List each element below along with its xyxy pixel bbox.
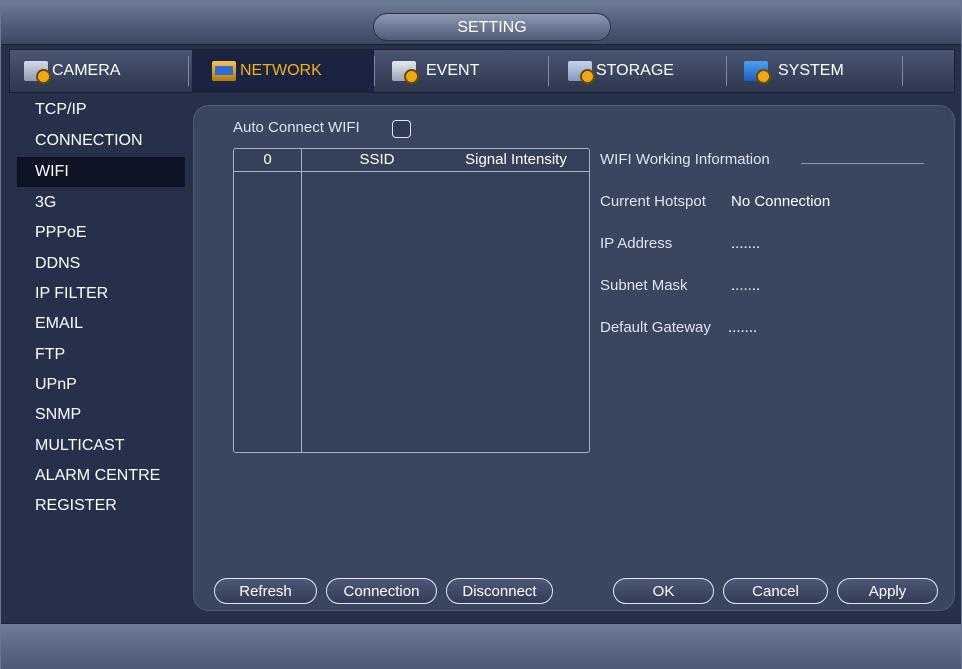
- info-title-rule: [801, 163, 924, 164]
- sidebar-item-connection[interactable]: CONNECTION: [17, 126, 185, 156]
- cancel-button[interactable]: Cancel: [723, 578, 828, 604]
- tab-system[interactable]: SYSTEM: [744, 50, 904, 92]
- tab-camera[interactable]: CAMERA: [24, 50, 188, 92]
- bottom-status-bar: [1, 623, 961, 669]
- sidebar-item-upnp[interactable]: UPnP: [17, 370, 185, 400]
- auto-connect-wifi-label: Auto Connect WIFI: [233, 119, 360, 136]
- tab-event-label: EVENT: [426, 62, 480, 79]
- sidebar-item-tcpip[interactable]: TCP/IP: [17, 95, 185, 125]
- current-hotspot-label: Current Hotspot: [600, 193, 706, 210]
- tab-divider: [548, 56, 549, 86]
- tab-system-label: SYSTEM: [778, 62, 844, 79]
- wifi-hotspot-table[interactable]: 0 SSID Signal Intensity: [233, 148, 590, 453]
- apply-button[interactable]: Apply: [837, 578, 938, 604]
- tab-camera-label: CAMERA: [52, 62, 121, 79]
- network-sidebar: TCP/IP CONNECTION WIFI 3G PPPoE DDNS IP …: [9, 95, 187, 615]
- current-hotspot-value: No Connection: [731, 193, 831, 210]
- camera-settings-icon: [24, 61, 51, 84]
- ok-button[interactable]: OK: [613, 578, 714, 604]
- tab-event[interactable]: EVENT: [392, 50, 542, 92]
- tab-divider: [902, 56, 903, 86]
- sidebar-item-pppoe[interactable]: PPPoE: [17, 218, 185, 248]
- title-bar: SETTING: [1, 1, 961, 45]
- table-header-index: 0: [263, 151, 272, 168]
- event-icon: [392, 61, 419, 84]
- sidebar-item-wifi[interactable]: WIFI: [17, 157, 185, 187]
- tab-storage-label: STORAGE: [596, 62, 674, 79]
- sidebar-item-snmp[interactable]: SNMP: [17, 400, 185, 430]
- window-title: SETTING: [373, 13, 611, 41]
- subnet-mask-value: .......: [731, 277, 761, 294]
- table-header-ssid: SSID: [359, 151, 395, 168]
- tab-network-label: NETWORK: [240, 62, 322, 79]
- subnet-mask-label: Subnet Mask: [600, 277, 688, 294]
- system-icon: [744, 61, 771, 84]
- ip-address-label: IP Address: [600, 235, 673, 252]
- storage-icon: [568, 61, 595, 84]
- main-tab-bar: CAMERA NETWORK EVENT STORAGE SYSTEM: [9, 49, 955, 93]
- sidebar-item-alarm-centre[interactable]: ALARM CENTRE: [17, 461, 185, 491]
- tab-divider: [726, 56, 727, 86]
- default-gateway-label: Default Gateway: [600, 319, 711, 336]
- sidebar-item-email[interactable]: EMAIL: [17, 309, 185, 339]
- disconnect-button[interactable]: Disconnect: [446, 578, 553, 604]
- settings-window: SETTING CAMERA NETWORK EVENT STORAGE SYS…: [0, 0, 962, 669]
- network-icon: [212, 61, 236, 81]
- table-header-divider: [234, 171, 589, 172]
- tab-divider: [374, 56, 375, 86]
- sidebar-item-register[interactable]: REGISTER: [17, 491, 185, 521]
- sidebar-item-ip-filter[interactable]: IP FILTER: [17, 279, 185, 309]
- sidebar-item-ddns[interactable]: DDNS: [17, 249, 185, 279]
- sidebar-item-3g[interactable]: 3G: [17, 188, 185, 218]
- ip-address-value: .......: [731, 235, 761, 252]
- table-column-divider: [301, 149, 302, 452]
- sidebar-item-multicast[interactable]: MULTICAST: [17, 431, 185, 461]
- wifi-working-info-title: WIFI Working Information: [600, 151, 770, 168]
- tab-network[interactable]: NETWORK: [192, 50, 374, 92]
- auto-connect-wifi-checkbox[interactable]: [392, 120, 411, 138]
- table-header-signal-intensity: Signal Intensity: [465, 151, 567, 168]
- sidebar-item-ftp[interactable]: FTP: [17, 340, 185, 370]
- tab-divider: [188, 56, 189, 86]
- connection-button[interactable]: Connection: [326, 578, 437, 604]
- default-gateway-value: .......: [728, 319, 758, 336]
- refresh-button[interactable]: Refresh: [214, 578, 317, 604]
- tab-storage[interactable]: STORAGE: [568, 50, 728, 92]
